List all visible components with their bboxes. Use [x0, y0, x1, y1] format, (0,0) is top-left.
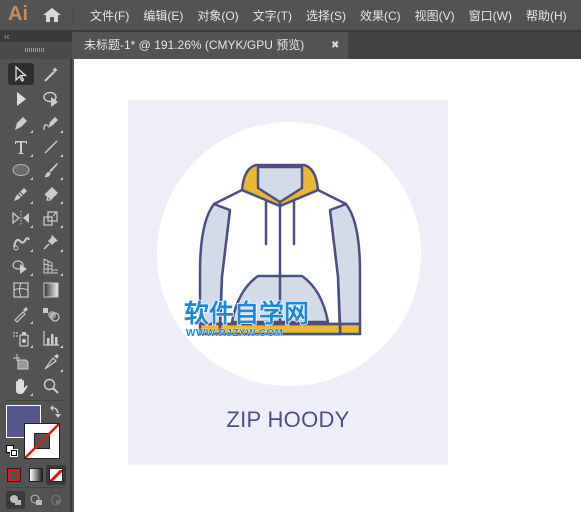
- selection-arrow-icon: [15, 65, 28, 82]
- document-tab[interactable]: 未标题-1* @ 191.26% (CMYK/GPU 预览) ✖: [74, 32, 348, 59]
- blend-tool[interactable]: [38, 303, 64, 325]
- pencil-icon: [14, 188, 27, 201]
- shape-builder-tool[interactable]: [8, 255, 34, 277]
- mesh-tool[interactable]: [8, 279, 34, 301]
- symbol-sprayer-tool[interactable]: [8, 327, 34, 349]
- menu-bar: Ai 文件(F) 编辑(E) 对象(O) 文字(T) 选择(S) 效果(C) 视…: [0, 0, 581, 30]
- menu-type[interactable]: 文字(T): [253, 7, 292, 24]
- paintbrush-icon: [44, 163, 58, 178]
- selection-tool[interactable]: [8, 63, 34, 85]
- line-segment-icon: [44, 140, 58, 154]
- watermark-cn: 软件自学网: [183, 299, 310, 329]
- pen-icon: [15, 117, 27, 130]
- direct-selection-tool[interactable]: [8, 88, 34, 110]
- none-icon: [50, 469, 62, 481]
- lasso-icon: [43, 91, 58, 107]
- none-mode-button[interactable]: [46, 465, 66, 485]
- stroke-swatch[interactable]: [24, 423, 60, 459]
- symbol-sprayer-icon: [13, 332, 29, 347]
- draw-normal-icon: [10, 495, 21, 505]
- default-fill-stroke-icon[interactable]: [6, 445, 18, 457]
- menu-items: 文件(F) 编辑(E) 对象(O) 文字(T) 选择(S) 效果(C) 视图(V…: [90, 0, 581, 30]
- toolbar-divider: [6, 400, 64, 401]
- menu-window[interactable]: 窗口(W): [469, 7, 512, 24]
- eyedropper-tool[interactable]: [8, 303, 34, 325]
- type-icon: [15, 141, 27, 154]
- perspective-grid-tool[interactable]: [38, 255, 64, 277]
- menu-effect[interactable]: 效果(C): [360, 7, 401, 24]
- home-icon[interactable]: [42, 7, 62, 23]
- blend-icon: [43, 308, 60, 322]
- gradient-tool[interactable]: [38, 279, 64, 301]
- line-tool[interactable]: [38, 136, 64, 158]
- draw-normal-button[interactable]: [6, 491, 25, 509]
- scale-tool[interactable]: [38, 207, 64, 229]
- eraser-tool[interactable]: [38, 183, 64, 205]
- menu-edit[interactable]: 编辑(E): [143, 7, 183, 24]
- curvature-tool[interactable]: [38, 112, 64, 134]
- perspective-grid-icon: [43, 258, 58, 274]
- lasso-tool[interactable]: [38, 88, 64, 110]
- pen-tool[interactable]: [8, 112, 34, 134]
- magic-wand-icon: [44, 67, 58, 82]
- menu-select[interactable]: 选择(S): [306, 7, 346, 24]
- eyedropper-icon: [14, 307, 28, 323]
- right-cuff: [338, 322, 362, 336]
- color-mode-button[interactable]: [7, 468, 21, 482]
- pin-icon: [43, 235, 58, 250]
- mesh-icon: [13, 282, 29, 298]
- zoom-tool[interactable]: [38, 375, 64, 397]
- artboard[interactable]: 软件自学网 WWW.RJZXW.COM ZIP HOODY: [128, 100, 448, 465]
- shaper-tool[interactable]: [8, 183, 34, 205]
- shape-builder-icon: [12, 260, 27, 274]
- slice-tool[interactable]: [38, 351, 64, 373]
- canvas[interactable]: 软件自学网 WWW.RJZXW.COM ZIP HOODY: [74, 59, 581, 512]
- eraser-icon: [44, 187, 58, 201]
- ellipse-tool[interactable]: [8, 159, 34, 181]
- gradient-mode-button[interactable]: [29, 468, 43, 482]
- hand-tool[interactable]: [8, 375, 34, 397]
- none-slash-icon: [25, 424, 59, 458]
- column-graph-tool[interactable]: [38, 327, 64, 349]
- hand-icon: [16, 378, 28, 394]
- puppet-warp-tool[interactable]: [38, 231, 64, 253]
- gradient-icon: [43, 282, 59, 298]
- magic-wand-tool[interactable]: [38, 63, 64, 85]
- panel-collapse-button[interactable]: ‹‹: [0, 31, 72, 42]
- document-tab-bar: 未标题-1* @ 191.26% (CMYK/GPU 预览) ✖: [74, 32, 581, 59]
- toolbar-divider: [6, 487, 64, 488]
- app-logo: Ai: [8, 3, 28, 25]
- close-tab-icon[interactable]: ✖: [331, 32, 339, 59]
- reflect-icon: [12, 211, 29, 225]
- watermark: 软件自学网 WWW.RJZXW.COM: [183, 299, 310, 340]
- curvature-icon: [43, 117, 58, 131]
- menu-file[interactable]: 文件(F): [90, 7, 129, 24]
- warp-icon: [13, 237, 30, 251]
- artwork-label[interactable]: ZIP HOODY: [128, 407, 448, 433]
- slice-knife-icon: [44, 354, 59, 370]
- document-tab-title: 未标题-1* @ 191.26% (CMYK/GPU 预览): [84, 38, 305, 52]
- artboard-icon: [13, 354, 29, 370]
- paintbrush-tool[interactable]: [38, 159, 64, 181]
- artboard-tool[interactable]: [8, 351, 34, 373]
- direct-selection-icon: [17, 92, 26, 106]
- watermark-url: WWW.RJZXW.COM: [186, 328, 284, 340]
- reflect-tool[interactable]: [8, 207, 34, 229]
- menu-object[interactable]: 对象(O): [197, 7, 238, 24]
- draw-behind-icon[interactable]: [30, 494, 43, 506]
- ellipse-icon: [12, 164, 30, 176]
- tools-panel: [0, 59, 72, 512]
- menu-separator: [73, 5, 74, 25]
- menu-help[interactable]: 帮助(H): [526, 7, 567, 24]
- magnifier-icon: [43, 378, 59, 394]
- scale-icon: [43, 211, 58, 226]
- draw-inside-icon[interactable]: [50, 494, 63, 506]
- panel-drag-handle[interactable]: [0, 42, 72, 59]
- type-tool[interactable]: [8, 136, 34, 158]
- swap-fill-stroke-icon[interactable]: [49, 404, 63, 420]
- warp-tool[interactable]: [8, 231, 34, 253]
- column-graph-icon: [43, 331, 59, 346]
- menu-view[interactable]: 视图(V): [415, 7, 455, 24]
